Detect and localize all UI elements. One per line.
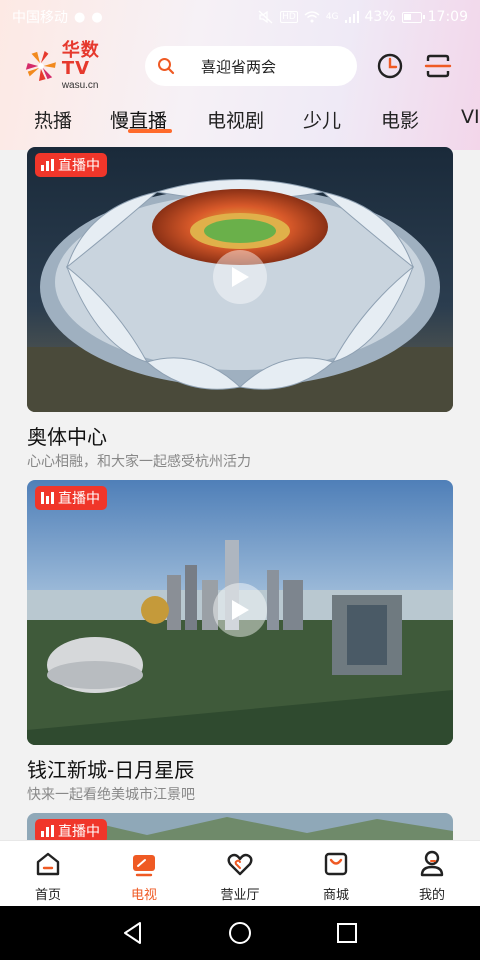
logo-mark-icon: [25, 50, 56, 82]
active-tab-indicator: [128, 129, 172, 133]
bottom-nav: 首页 电视 营业厅 商城 我的: [0, 840, 480, 906]
live-badge: 直播中: [35, 486, 107, 510]
live-card-partial[interactable]: 直播中: [27, 813, 453, 843]
nav-home-label: 首页: [34, 888, 61, 903]
play-icon: [232, 600, 249, 620]
card-subtitle: 心心相融，和大家一起感受杭州活力: [27, 454, 251, 470]
card-thumbnail[interactable]: 直播中: [27, 813, 453, 843]
profile-icon: [420, 850, 444, 877]
tab-vip[interactable]: VI: [461, 106, 480, 128]
tv-icon: [133, 855, 155, 877]
chat-bubble-icon: ●: [74, 9, 86, 25]
home-circle-icon[interactable]: [227, 920, 253, 946]
category-tabs: 热播 慢直播 电视剧 少儿 电影 VI: [0, 100, 480, 140]
card-thumbnail[interactable]: 直播中: [27, 147, 453, 412]
status-bar: 中国移动 ● ● HD 4G 43% 17:09: [0, 0, 480, 34]
message-icon: ●: [91, 9, 103, 25]
play-button[interactable]: [213, 583, 267, 637]
home-icon: [36, 852, 60, 876]
nav-mine[interactable]: 我的: [392, 849, 472, 903]
live-bars-icon: [41, 825, 54, 837]
tab-hot[interactable]: 热播: [34, 106, 72, 133]
live-bars-icon: [41, 492, 54, 504]
logo-url: wasu.cn: [61, 79, 99, 91]
play-button[interactable]: [213, 250, 267, 304]
battery-percent: 43%: [364, 9, 396, 25]
tab-movies[interactable]: 电影: [381, 106, 419, 133]
hd-indicator: HD: [280, 11, 298, 23]
back-icon[interactable]: [120, 920, 146, 946]
play-icon: [232, 267, 249, 287]
history-icon[interactable]: [374, 50, 406, 82]
nav-tv-label: 电视: [130, 888, 157, 903]
battery-icon: [401, 11, 425, 23]
nav-service-hall[interactable]: 营业厅: [200, 849, 280, 903]
logo-brand: 华数TV: [61, 39, 100, 79]
nav-mall-label: 商城: [322, 888, 349, 903]
live-badge-label: 直播中: [58, 158, 100, 174]
heart-icon: [227, 853, 253, 876]
status-left: 中国移动 ● ●: [12, 7, 103, 27]
tab-kids[interactable]: 少儿: [303, 106, 341, 133]
card-title: 奥体中心: [27, 425, 107, 449]
nav-mall[interactable]: 商城: [296, 849, 376, 903]
nav-tv[interactable]: 电视: [104, 849, 184, 903]
nav-mine-label: 我的: [418, 888, 445, 903]
live-card-olympic-center[interactable]: 直播中 奥体中心 心心相融，和大家一起感受杭州活力: [27, 147, 453, 472]
live-badge: 直播中: [35, 153, 107, 177]
system-nav-bar: [0, 906, 480, 960]
app-header: 华数TV wasu.cn 喜迎省两会: [0, 39, 480, 92]
status-right: HD 4G 43% 17:09: [258, 9, 468, 25]
live-card-qianjiang-new-city[interactable]: 直播中 钱江新城-日月星辰 快来一起看绝美城市江景吧: [27, 480, 453, 805]
nav-home[interactable]: 首页: [8, 849, 88, 903]
search-icon: [158, 58, 175, 75]
carrier-label: 中国移动: [12, 10, 68, 26]
logo-text: 华数TV wasu.cn: [61, 39, 124, 91]
signal-icon: [344, 11, 359, 23]
logo[interactable]: 华数TV wasu.cn: [24, 39, 124, 91]
tab-tv-series[interactable]: 电视剧: [207, 106, 264, 133]
search-bar[interactable]: 喜迎省两会: [145, 46, 357, 86]
live-badge-label: 直播中: [58, 824, 100, 840]
card-subtitle: 快来一起看绝美城市江景吧: [27, 787, 195, 803]
search-hint: 喜迎省两会: [201, 57, 277, 76]
network-type: 4G: [325, 12, 339, 22]
scan-icon[interactable]: [422, 50, 454, 82]
card-thumbnail[interactable]: 直播中: [27, 480, 453, 745]
nav-service-hall-label: 营业厅: [220, 888, 260, 903]
recents-icon[interactable]: [334, 920, 360, 946]
wifi-icon: [304, 11, 320, 23]
mute-icon: [258, 10, 273, 24]
shopping-bag-icon: [324, 852, 348, 876]
card-title: 钱江新城-日月星辰: [27, 758, 195, 782]
clock: 17:09: [427, 9, 468, 25]
live-bars-icon: [41, 159, 54, 171]
live-badge-label: 直播中: [58, 491, 100, 507]
